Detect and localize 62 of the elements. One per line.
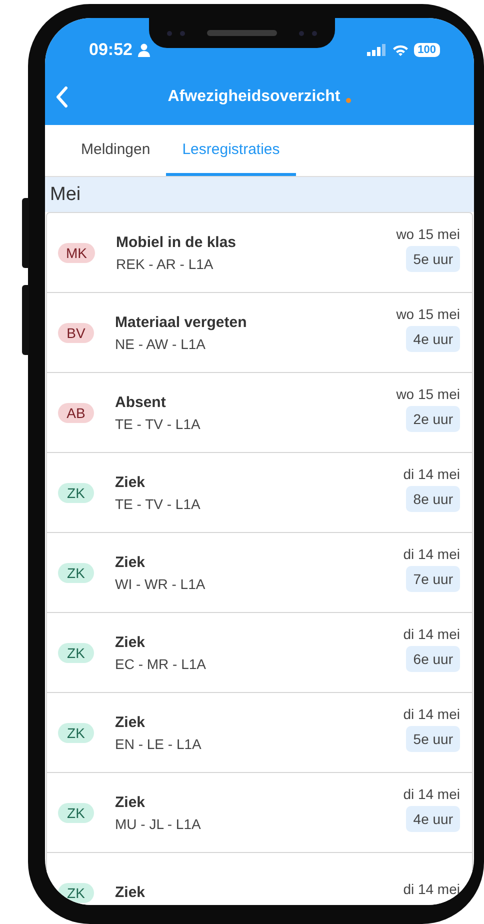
section-header: Mei — [45, 177, 474, 212]
item-subtitle: WI - WR - L1A — [115, 576, 206, 592]
list-item[interactable]: AB Absent TE - TV - L1A wo 15 mei 2e uur — [47, 373, 472, 453]
battery-level: 100 — [414, 43, 440, 57]
screen-title: Afwezigheidsoverzicht — [168, 88, 340, 106]
period-badge: 6e uur — [406, 646, 460, 672]
list-item[interactable]: BV Materiaal vergeten NE - AW - L1A wo 15 mei 4e uur — [47, 293, 472, 373]
item-title: Ziek — [115, 794, 146, 810]
item-date: di 14 mei — [403, 786, 460, 802]
list-item[interactable]: ZK Ziek WI - WR - L1A di 14 mei 7e uur — [47, 533, 472, 613]
code-badge: ZK — [58, 802, 94, 822]
item-title: Ziek — [115, 634, 146, 650]
wifi-icon — [392, 44, 409, 56]
item-date: di 14 mei — [403, 706, 460, 722]
code-badge: ZK — [58, 882, 94, 902]
item-subtitle: REK - AR - L1A — [116, 256, 214, 272]
period-badge: 4e uur — [406, 806, 460, 832]
back-chevron-icon — [55, 86, 69, 108]
period-badge: 5e uur — [406, 246, 460, 272]
item-subtitle: EN - LE - L1A — [115, 736, 202, 752]
period-badge: 8e uur — [406, 486, 460, 512]
item-subtitle: EC - MR - L1A — [115, 656, 208, 672]
item-date: di 14 mei — [403, 880, 460, 896]
item-date: wo 15 mei — [396, 386, 460, 402]
period-badge: 7e uur — [406, 566, 460, 592]
item-date: di 14 mei — [403, 626, 460, 642]
period-badge: 5e uur — [406, 726, 460, 752]
list-item[interactable]: ZK Ziek TE - TV - L1A di 14 mei 8e uur — [47, 453, 472, 533]
list-item[interactable]: ZK Ziek MU - JL - L1A di 14 mei 4e uur — [47, 773, 472, 853]
item-date: wo 15 mei — [396, 226, 460, 242]
item-subtitle: MU - JL - L1A — [115, 816, 202, 832]
period-badge: 4e uur — [406, 326, 460, 352]
item-title: Mobiel in de klas — [116, 234, 238, 250]
code-badge: BV — [58, 322, 94, 342]
period-badge: 2e uur — [406, 406, 460, 432]
code-badge: ZK — [58, 562, 94, 582]
item-date: wo 15 mei — [396, 306, 460, 322]
signal-icon — [366, 44, 387, 56]
item-title: Absent — [115, 394, 167, 410]
status-time: 09:52 — [89, 40, 132, 60]
tab[interactable]: Meldingen — [65, 125, 166, 176]
code-badge: ZK — [58, 482, 94, 502]
list-item[interactable]: MK Mobiel in de klas REK - AR - L1A wo 15 mei 5e uur — [47, 213, 472, 293]
item-title: Ziek — [115, 554, 146, 570]
item-subtitle: TE - TV - L1A — [115, 416, 202, 432]
list-item[interactable]: ZK Ziek EN - LE - L1A di 14 mei 5e uur — [47, 693, 472, 773]
item-subtitle: NE - AW - L1A — [115, 336, 207, 352]
code-badge: AB — [58, 402, 94, 422]
item-subtitle: TE - TV - L1A — [115, 496, 202, 512]
item-title: Ziek — [115, 714, 146, 730]
list-item[interactable]: ZK Ziek di 14 mei — [47, 853, 472, 905]
list-item[interactable]: ZK Ziek EC - MR - L1A di 14 mei 6e uur — [47, 613, 472, 693]
item-title: Materiaal vergeten — [115, 314, 248, 330]
item-title: Ziek — [115, 474, 146, 490]
item-date: di 14 mei — [403, 546, 460, 562]
item-title: Ziek — [115, 884, 146, 901]
back-button[interactable] — [55, 86, 69, 108]
code-badge: ZK — [58, 642, 94, 662]
item-date: di 14 mei — [403, 466, 460, 482]
code-badge: MK — [58, 242, 95, 262]
person-icon — [137, 43, 152, 57]
code-badge: ZK — [58, 722, 94, 742]
